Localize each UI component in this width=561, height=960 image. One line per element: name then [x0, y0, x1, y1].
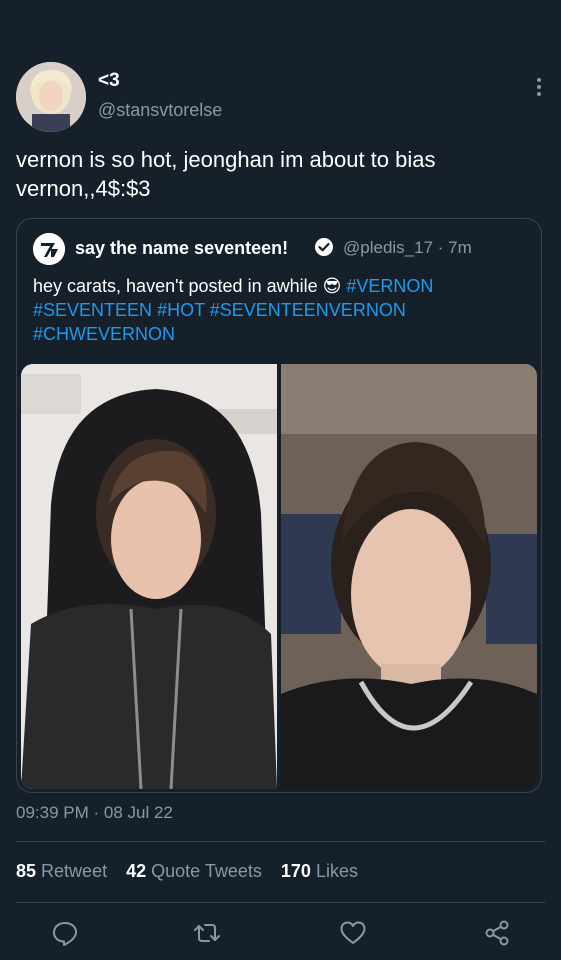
quotes-count: 42	[126, 861, 147, 881]
likes-stat[interactable]: 170 Likes	[281, 861, 358, 882]
hashtag[interactable]: #CHWEVERNON	[33, 324, 175, 344]
quoted-handle-time: @pledis_17 · 7m	[343, 238, 472, 257]
divider	[16, 902, 545, 903]
verified-icon	[315, 238, 333, 256]
quoted-text-plain: hey carats, haven't posted in awhile 😎	[33, 276, 347, 296]
hashtag[interactable]: #VERNON	[346, 276, 433, 296]
display-name[interactable]: <3	[98, 70, 120, 92]
hashtag[interactable]: #SEVENTEEN	[33, 300, 152, 320]
username[interactable]: @stansvtorelse	[98, 100, 222, 121]
tweet-stats: 85 Retweet 42 Quote Tweets 170 Likes	[16, 861, 372, 882]
quotes-stat[interactable]: 42 Quote Tweets	[126, 861, 262, 882]
retweets-stat[interactable]: 85 Retweet	[16, 861, 107, 882]
retweet-icon[interactable]	[192, 918, 222, 948]
share-icon[interactable]	[482, 918, 512, 948]
retweets-count: 85	[16, 861, 37, 881]
hashtag[interactable]: #SEVENTEENVERNON	[210, 300, 406, 320]
more-icon[interactable]	[533, 76, 545, 98]
quotes-label: Quote Tweets	[151, 861, 262, 881]
quoted-tweet[interactable]: say the name seventeen! @pledis_17 · 7m …	[16, 218, 542, 793]
photo-car[interactable]	[281, 364, 537, 789]
avatar[interactable]	[16, 62, 86, 132]
quoted-text: hey carats, haven't posted in awhile 😎 #…	[33, 274, 527, 346]
tweet-header: <3 @stansvtorelse	[16, 62, 545, 132]
tweet-timestamp: 09:39 PM · 08 Jul 22	[16, 803, 173, 822]
divider	[16, 841, 545, 842]
action-bar	[0, 918, 561, 954]
likes-count: 170	[280, 861, 311, 881]
quoted-display-name[interactable]: say the name seventeen!	[75, 238, 288, 259]
retweets-label: Retweet	[41, 861, 108, 881]
hashtag[interactable]: #HOT	[157, 300, 205, 320]
like-icon[interactable]	[338, 918, 368, 948]
quoted-avatar[interactable]	[33, 233, 65, 265]
likes-label: Likes	[315, 861, 358, 881]
reply-icon[interactable]	[50, 918, 80, 948]
photo-hoodie[interactable]	[21, 364, 277, 789]
media-grid	[21, 364, 537, 789]
tweet-text: vernon is so hot, jeonghan im about to b…	[16, 147, 436, 201]
